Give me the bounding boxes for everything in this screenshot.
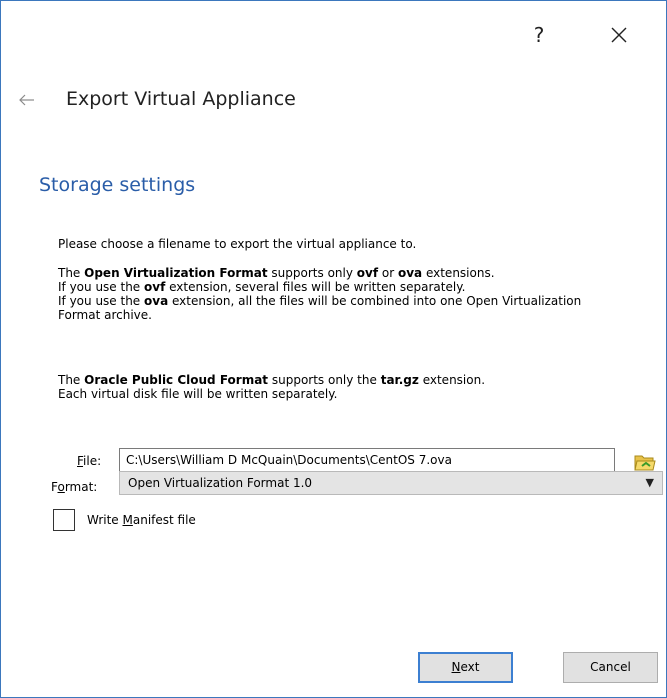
close-button[interactable] xyxy=(601,17,637,53)
close-icon xyxy=(611,27,627,42)
export-dialog: ? Export Virtual Appliance Storage setti… xyxy=(0,0,667,698)
ovf-description: The Open Virtualization Format supports … xyxy=(58,266,582,322)
file-label: File: xyxy=(77,454,102,468)
help-button[interactable]: ? xyxy=(521,17,557,53)
page-title: Export Virtual Appliance xyxy=(66,88,296,110)
format-label: Format: xyxy=(51,480,98,494)
chevron-down-icon: ▼ xyxy=(645,476,654,489)
opc-description: The Oracle Public Cloud Format supports … xyxy=(58,373,486,401)
back-button[interactable] xyxy=(19,90,43,114)
write-manifest-checkbox[interactable] xyxy=(53,509,75,531)
intro-text: Please choose a filename to export the v… xyxy=(58,237,417,251)
section-title: Storage settings xyxy=(39,174,196,196)
format-selected-value: Open Virtualization Format 1.0 xyxy=(128,476,313,490)
format-dropdown[interactable]: Open Virtualization Format 1.0 ▼ xyxy=(119,471,663,495)
title-bar: ? xyxy=(1,1,666,63)
folder-open-icon xyxy=(634,455,656,471)
browse-button[interactable] xyxy=(633,451,657,473)
file-path-input[interactable] xyxy=(119,448,615,472)
cancel-button[interactable]: Cancel xyxy=(563,652,658,683)
next-button[interactable]: Next xyxy=(418,652,513,683)
back-arrow-icon xyxy=(19,94,34,106)
write-manifest-label[interactable]: Write Manifest file xyxy=(87,513,196,527)
